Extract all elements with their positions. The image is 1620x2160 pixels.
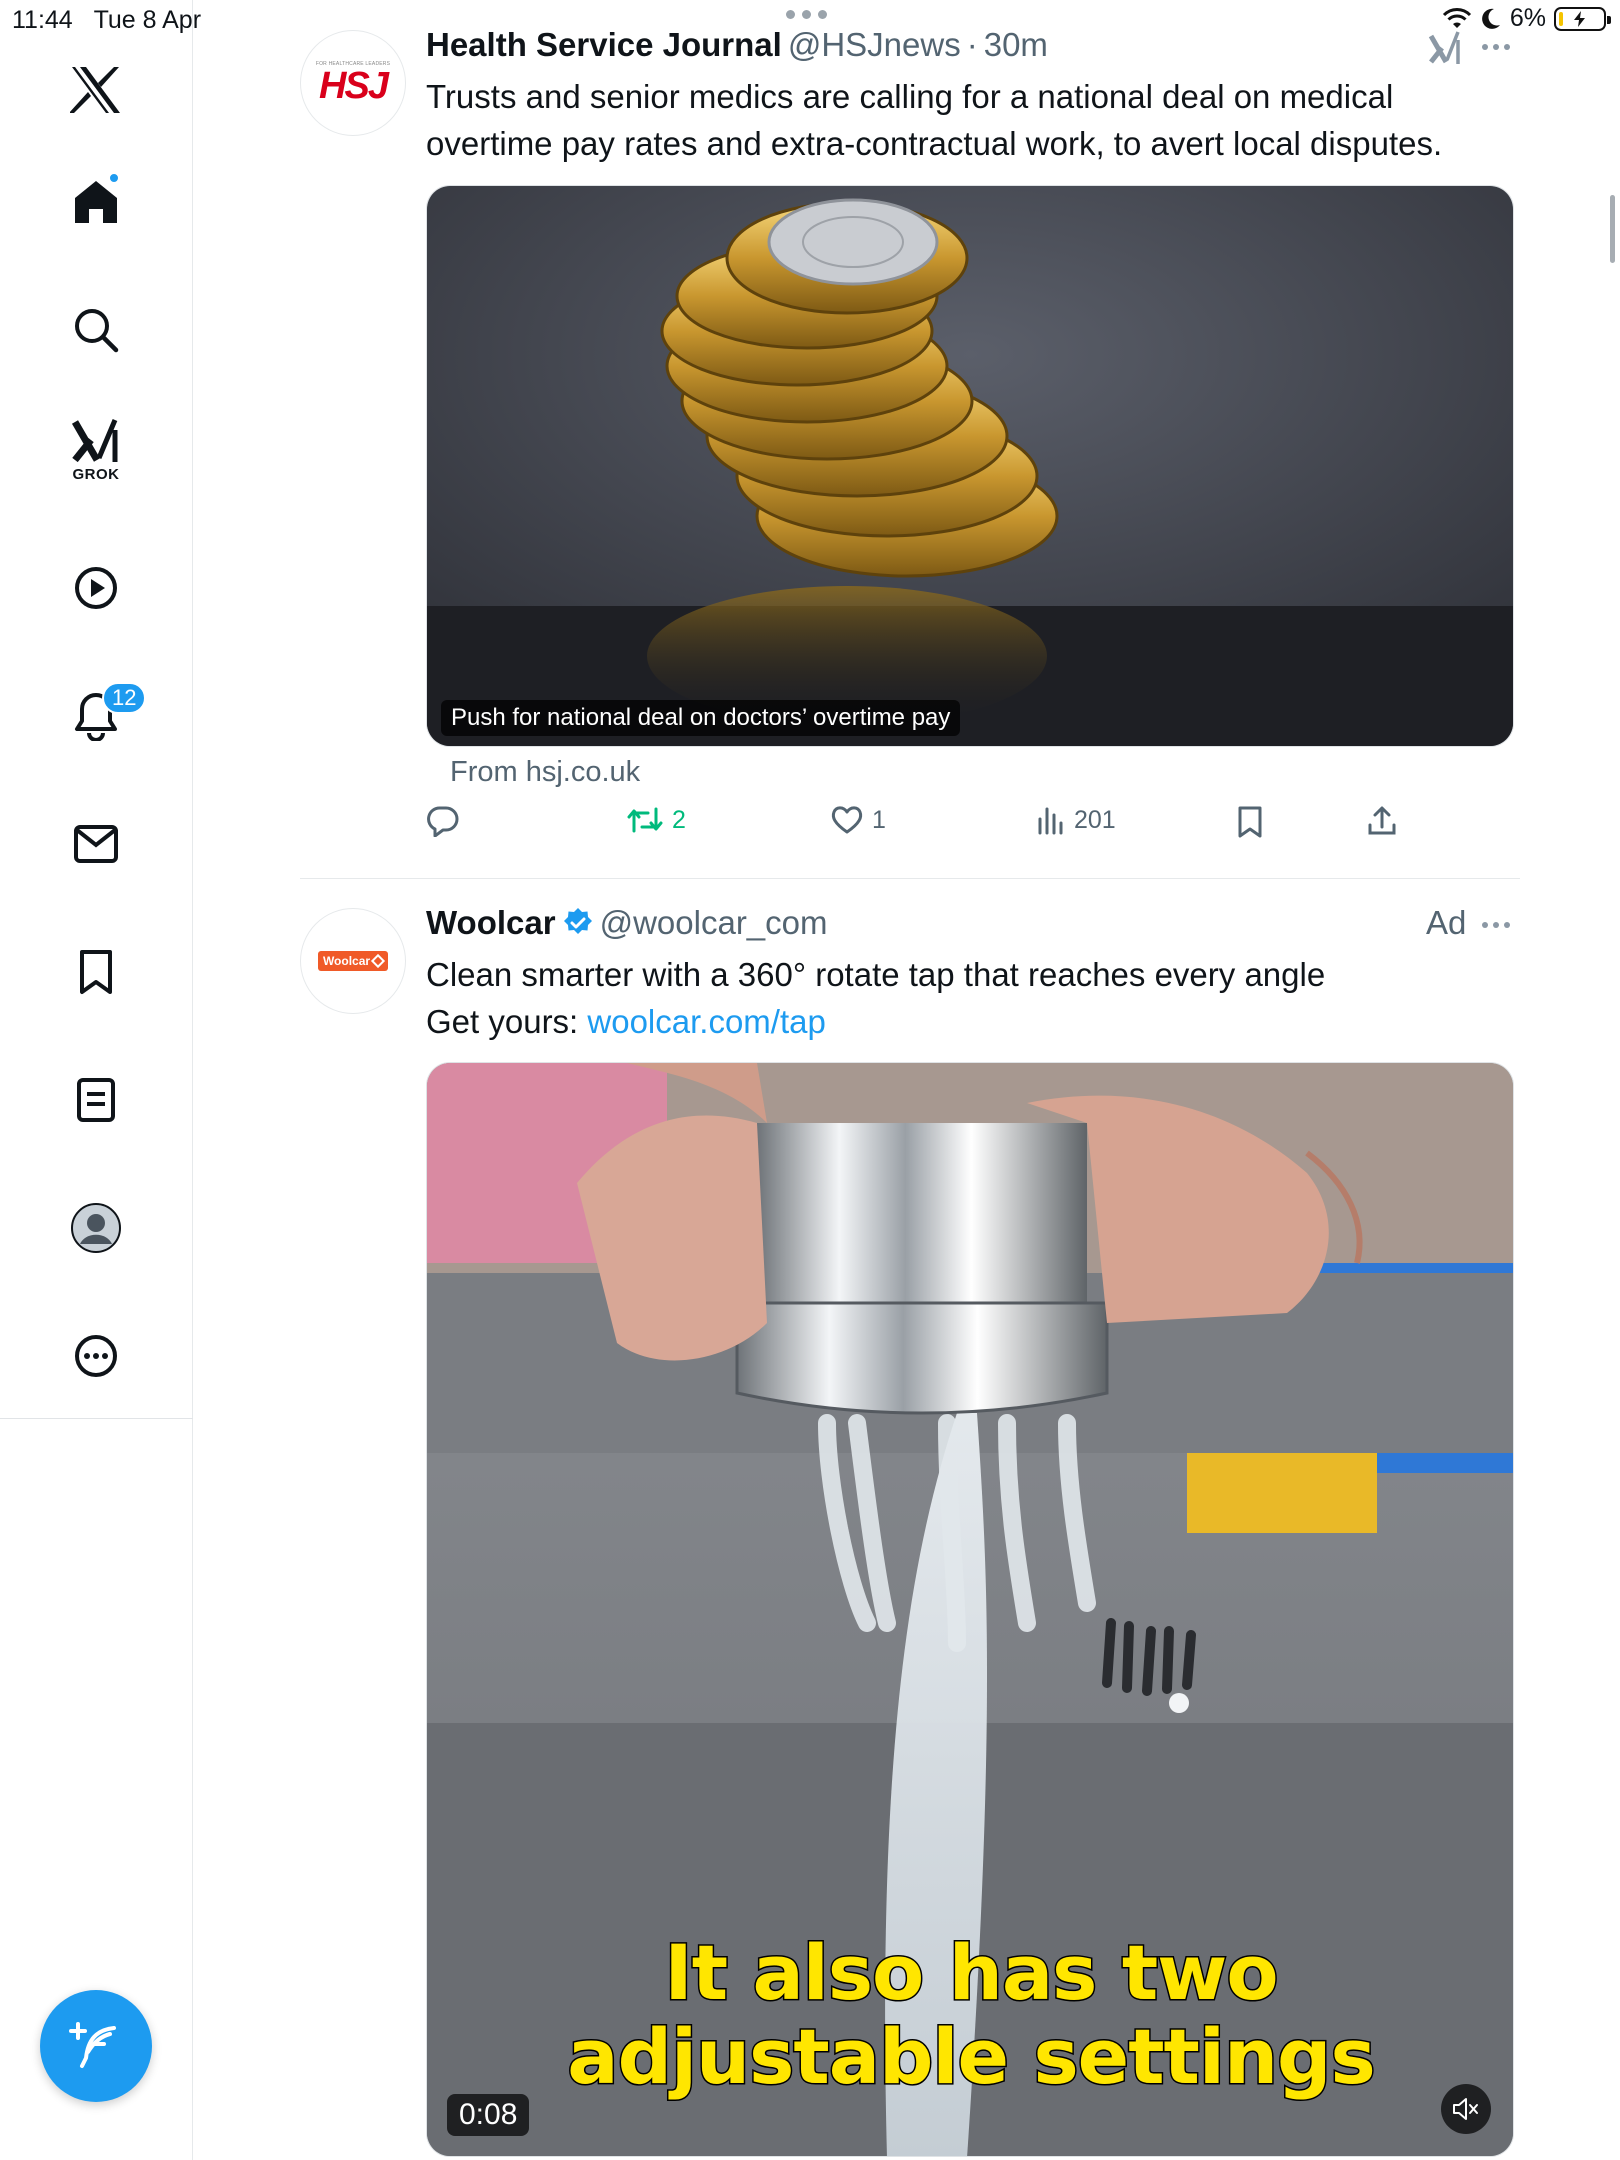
author-name[interactable]: Health Service Journal [426, 26, 782, 64]
tweet-text: Clean smarter with a 360° rotate tap tha… [426, 956, 1326, 1040]
ad-link[interactable]: woolcar.com/tap [587, 1003, 825, 1040]
home-new-dot [108, 172, 120, 184]
tweet-text: Trusts and senior medics are calling for… [426, 78, 1443, 162]
coins-image [427, 186, 1513, 746]
home-icon[interactable] [46, 152, 146, 252]
compose-button[interactable] [40, 1990, 152, 2102]
card-caption: Push for national deal on doctors’ overt… [441, 700, 961, 736]
grok-icon[interactable] [1428, 30, 1462, 66]
video-timestamp: 0:08 [447, 2094, 530, 2136]
search-icon[interactable] [46, 280, 146, 380]
card-source[interactable]: From hsj.co.uk [450, 756, 640, 789]
ad-video[interactable]: It also has two adjustable settings 0:08 [426, 1062, 1514, 2157]
scrollbar[interactable] [1610, 195, 1615, 263]
bookmark-button[interactable] [1236, 805, 1264, 839]
more-icon[interactable] [46, 1306, 146, 1406]
tweet-header: Health Service Journal @HSJnews · 30m [426, 26, 1048, 64]
author-name[interactable]: Woolcar [426, 904, 556, 942]
ad-label: Ad [1426, 904, 1467, 941]
x-logo-icon[interactable] [46, 40, 146, 140]
views-icon [1038, 807, 1063, 835]
sidebar-divider [0, 1418, 193, 1419]
share-button[interactable] [1366, 805, 1398, 837]
hsj-avatar[interactable]: FOR HEALTHCARE LEADERS HSJ [300, 30, 406, 136]
views-count: 201 [1074, 805, 1116, 834]
woolcar-avatar[interactable]: Woolcar [300, 908, 406, 1014]
like-count: 1 [872, 805, 886, 834]
more-options-icon[interactable] [1482, 44, 1510, 50]
wifi-icon [1442, 7, 1471, 28]
lists-icon[interactable] [46, 1050, 146, 1150]
video-icon[interactable] [46, 538, 146, 638]
tweet-time[interactable]: 30m [984, 26, 1048, 64]
reply-button[interactable] [426, 805, 468, 837]
messages-icon[interactable] [46, 794, 146, 894]
sidebar: GROK 12 [0, 0, 193, 2160]
muted-speaker-icon [1453, 2098, 1478, 2120]
repost-button[interactable]: 2 [626, 805, 686, 835]
grok-label: GROK [72, 465, 120, 483]
bookmarks-icon[interactable] [46, 922, 146, 1022]
battery-icon [1554, 6, 1611, 31]
reply-icon [427, 806, 459, 837]
notifications-badge: 12 [102, 682, 147, 714]
verified-badge-icon [563, 908, 592, 934]
tweet-divider [300, 878, 1520, 879]
repost-icon [627, 807, 663, 833]
mute-button[interactable] [1441, 2084, 1491, 2134]
link-card-image[interactable]: Push for national deal on doctors’ overt… [426, 185, 1514, 747]
status-icons: 6% [1442, 4, 1611, 33]
share-icon [1368, 806, 1396, 835]
bookmark-icon [1238, 806, 1262, 838]
views-button[interactable]: 201 [1036, 805, 1116, 835]
video-subtitle: It also has two adjustable settings [566, 1928, 1377, 2101]
author-handle[interactable]: @woolcar_com [600, 904, 828, 942]
tweet-header: Woolcar @woolcar_com [426, 904, 828, 942]
separator: · [966, 26, 978, 63]
compose-icon [69, 2022, 116, 2068]
notifications-icon[interactable]: 12 [46, 666, 147, 766]
heart-icon [831, 806, 863, 834]
multitasking-dots[interactable] [786, 10, 827, 19]
moon-icon [1481, 8, 1500, 29]
grok-icon[interactable]: GROK [46, 400, 146, 500]
repost-count: 2 [672, 805, 686, 834]
tweet-actions: 2 1 201 [426, 805, 1514, 855]
author-handle[interactable]: @HSJnews [788, 26, 961, 64]
more-options-icon[interactable] [1482, 922, 1510, 928]
battery-percent: 6% [1509, 4, 1546, 32]
profile-icon[interactable] [46, 1178, 146, 1278]
like-button[interactable]: 1 [830, 805, 886, 835]
